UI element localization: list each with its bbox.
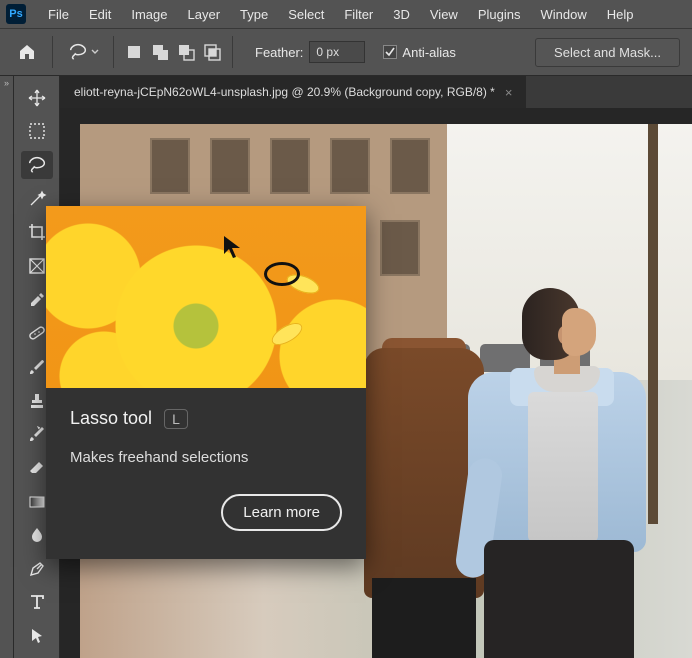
tool-tooltip: Lasso tool L Makes freehand selections L…	[46, 206, 366, 559]
move-tool[interactable]	[21, 84, 53, 112]
divider	[232, 36, 233, 68]
marquee-icon	[27, 121, 47, 141]
divider	[52, 36, 53, 68]
menu-window[interactable]: Window	[532, 3, 594, 26]
selection-subtract-icon[interactable]	[176, 42, 196, 62]
frame-icon	[27, 256, 47, 276]
divider	[113, 36, 114, 68]
feather-label: Feather:	[255, 45, 303, 60]
options-bar: Feather: Anti-alias Select and Mask...	[0, 28, 692, 76]
chevron-down-icon	[91, 48, 99, 56]
gradient-icon	[27, 492, 47, 512]
pen-icon	[27, 559, 47, 579]
lasso-tool[interactable]	[21, 151, 53, 179]
type-tool[interactable]	[21, 589, 53, 617]
document-tab[interactable]: eliott-reyna-jCEpN62oWL4-unsplash.jpg @ …	[60, 76, 526, 108]
lasso-icon	[67, 42, 89, 62]
menu-help[interactable]: Help	[599, 3, 642, 26]
selection-new-icon[interactable]	[124, 42, 144, 62]
pen-tool[interactable]	[21, 555, 53, 583]
anti-alias-label: Anti-alias	[402, 45, 455, 60]
marquee-tool[interactable]	[21, 118, 53, 146]
menu-bar: Ps File Edit Image Layer Type Select Fil…	[0, 0, 692, 28]
feather-input[interactable]	[309, 41, 365, 63]
home-icon	[17, 42, 37, 62]
check-icon	[385, 47, 395, 57]
cursor-icon	[222, 234, 244, 260]
menu-file[interactable]: File	[40, 3, 77, 26]
menu-edit[interactable]: Edit	[81, 3, 119, 26]
person-main	[462, 288, 652, 658]
eraser-icon	[27, 458, 47, 478]
lasso-icon	[26, 155, 48, 175]
selection-intersect-icon[interactable]	[202, 42, 222, 62]
select-and-mask-button[interactable]: Select and Mask...	[535, 38, 680, 67]
path-selection-tool[interactable]	[21, 622, 53, 650]
tooltip-shortcut: L	[164, 409, 188, 429]
document-tab-title: eliott-reyna-jCEpN62oWL4-unsplash.jpg @ …	[74, 85, 495, 99]
document-tab-bar: eliott-reyna-jCEpN62oWL4-unsplash.jpg @ …	[60, 76, 692, 108]
drop-icon	[27, 525, 47, 545]
menu-image[interactable]: Image	[123, 3, 175, 26]
photoshop-logo-icon: Ps	[6, 4, 26, 24]
close-icon[interactable]: ×	[505, 85, 513, 100]
stamp-icon	[27, 391, 47, 411]
learn-more-button[interactable]: Learn more	[221, 494, 342, 531]
brush-icon	[27, 357, 47, 377]
crop-icon	[27, 222, 47, 242]
current-tool-indicator[interactable]	[63, 40, 103, 64]
menu-filter[interactable]: Filter	[336, 3, 381, 26]
wand-icon	[27, 189, 47, 209]
menu-type[interactable]: Type	[232, 3, 276, 26]
history-brush-icon	[27, 424, 47, 444]
home-button[interactable]	[12, 37, 42, 67]
panel-collapse-handle[interactable]: »	[0, 76, 14, 658]
menu-layer[interactable]: Layer	[180, 3, 229, 26]
tooltip-title: Lasso tool	[70, 408, 152, 429]
menu-3d[interactable]: 3D	[385, 3, 418, 26]
selection-mode-group	[124, 42, 222, 62]
menu-select[interactable]: Select	[280, 3, 332, 26]
bandage-icon	[27, 323, 47, 343]
menu-plugins[interactable]: Plugins	[470, 3, 529, 26]
selection-add-icon[interactable]	[150, 42, 170, 62]
type-icon	[27, 592, 47, 612]
menu-view[interactable]: View	[422, 3, 466, 26]
tooltip-description: Makes freehand selections	[70, 449, 342, 466]
eyedropper-icon	[27, 290, 47, 310]
tooltip-preview-image	[46, 206, 366, 388]
anti-alias-checkbox[interactable]: Anti-alias	[383, 45, 455, 60]
arrow-cursor-icon	[27, 626, 47, 646]
move-icon	[27, 88, 47, 108]
